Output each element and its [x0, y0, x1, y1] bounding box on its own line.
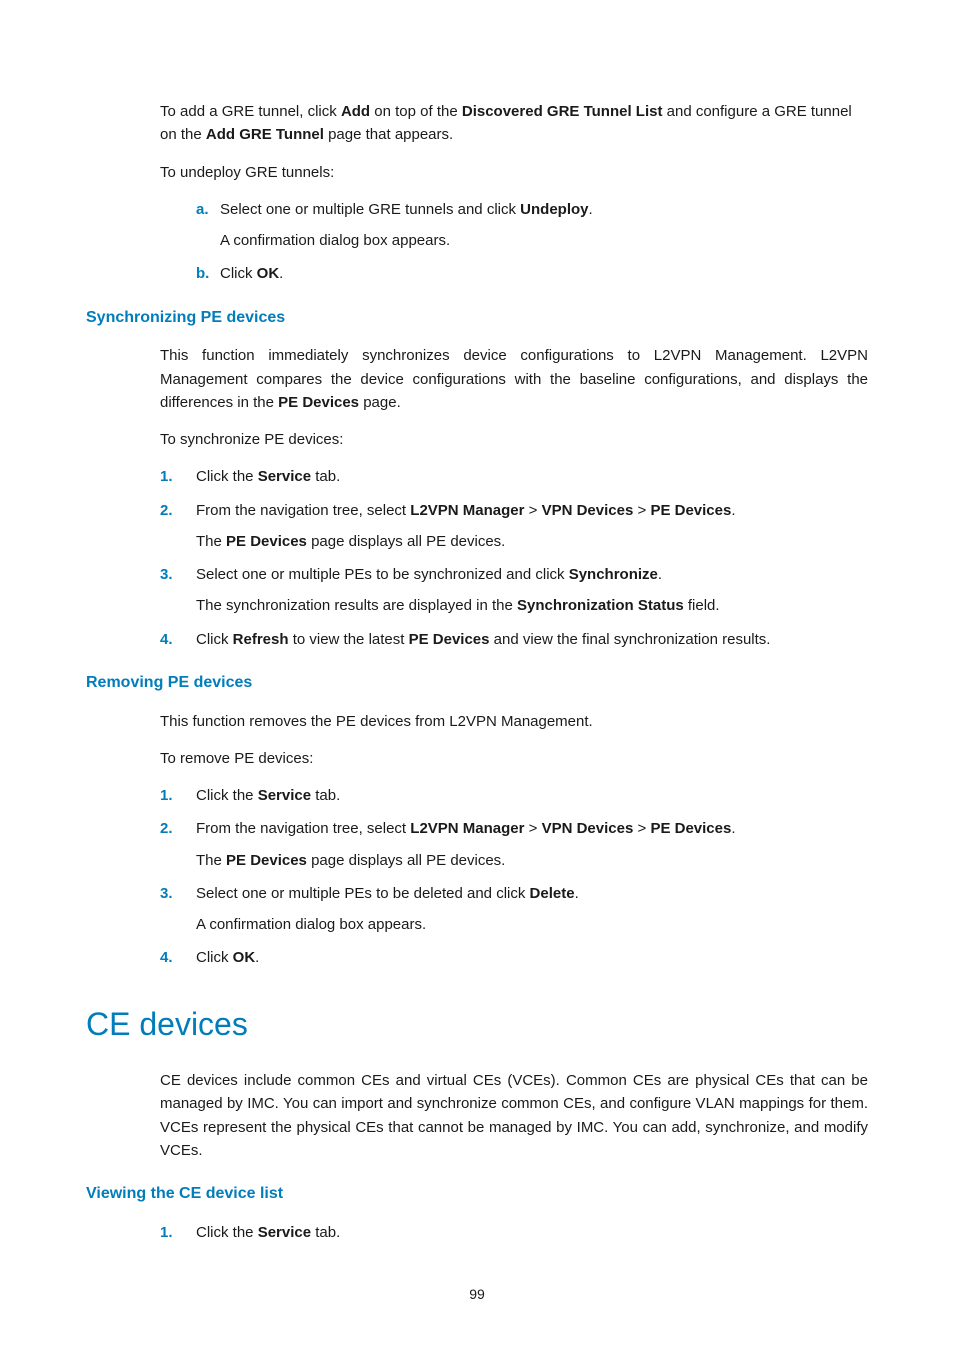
list-item: b. Click OK.: [86, 262, 868, 285]
list-item: 3. Select one or multiple PEs to be sync…: [86, 563, 868, 618]
list-item: 3. Select one or multiple PEs to be dele…: [86, 882, 868, 937]
list-remove: 1. Click the Service tab. 2. From the na…: [86, 784, 868, 970]
list-marker: 3.: [160, 882, 173, 905]
heading-sync-pe: Synchronizing PE devices: [86, 306, 868, 331]
list-item-note: A confirmation dialog box appears.: [196, 913, 868, 936]
heading-ce-devices: CE devices: [86, 1000, 868, 1050]
list-marker: 1.: [160, 465, 173, 488]
paragraph-remove-desc: This function removes the PE devices fro…: [160, 710, 868, 733]
list-item: 1. Click the Service tab.: [86, 465, 868, 488]
list-item: 1. Click the Service tab.: [86, 1221, 868, 1244]
list-sync: 1. Click the Service tab. 2. From the na…: [86, 465, 868, 651]
list-item: 1. Click the Service tab.: [86, 784, 868, 807]
list-item: a. Select one or multiple GRE tunnels an…: [86, 198, 868, 253]
page-number: 99: [86, 1284, 868, 1306]
list-item-note: A confirmation dialog box appears.: [220, 229, 868, 252]
paragraph-undeploy-lead: To undeploy GRE tunnels:: [160, 161, 868, 184]
heading-remove-pe: Removing PE devices: [86, 671, 868, 696]
list-marker: 1.: [160, 784, 173, 807]
paragraph-gre-add: To add a GRE tunnel, click Add on top of…: [160, 100, 868, 147]
list-marker: b.: [196, 262, 209, 285]
heading-view-ce: Viewing the CE device list: [86, 1182, 868, 1207]
document-body: To add a GRE tunnel, click Add on top of…: [86, 100, 868, 1306]
list-marker: 1.: [160, 1221, 173, 1244]
list-item: 2. From the navigation tree, select L2VP…: [86, 499, 868, 554]
list-item: 4. Click OK.: [86, 946, 868, 969]
list-marker: a.: [196, 198, 209, 221]
paragraph-sync-desc: This function immediately synchronizes d…: [160, 344, 868, 414]
paragraph-sync-lead: To synchronize PE devices:: [160, 428, 868, 451]
list-item-note: The PE Devices page displays all PE devi…: [196, 849, 868, 872]
list-marker: 2.: [160, 499, 173, 522]
list-marker: 3.: [160, 563, 173, 586]
list-item-note: The PE Devices page displays all PE devi…: [196, 530, 868, 553]
list-marker: 4.: [160, 628, 173, 651]
list-item-note: The synchronization results are displaye…: [196, 594, 868, 617]
list-marker: 4.: [160, 946, 173, 969]
paragraph-ce-desc: CE devices include common CEs and virtua…: [160, 1069, 868, 1162]
list-view: 1. Click the Service tab.: [86, 1221, 868, 1244]
list-item: 2. From the navigation tree, select L2VP…: [86, 817, 868, 872]
list-undeploy: a. Select one or multiple GRE tunnels an…: [86, 198, 868, 286]
list-item: 4. Click Refresh to view the latest PE D…: [86, 628, 868, 651]
paragraph-remove-lead: To remove PE devices:: [160, 747, 868, 770]
list-marker: 2.: [160, 817, 173, 840]
